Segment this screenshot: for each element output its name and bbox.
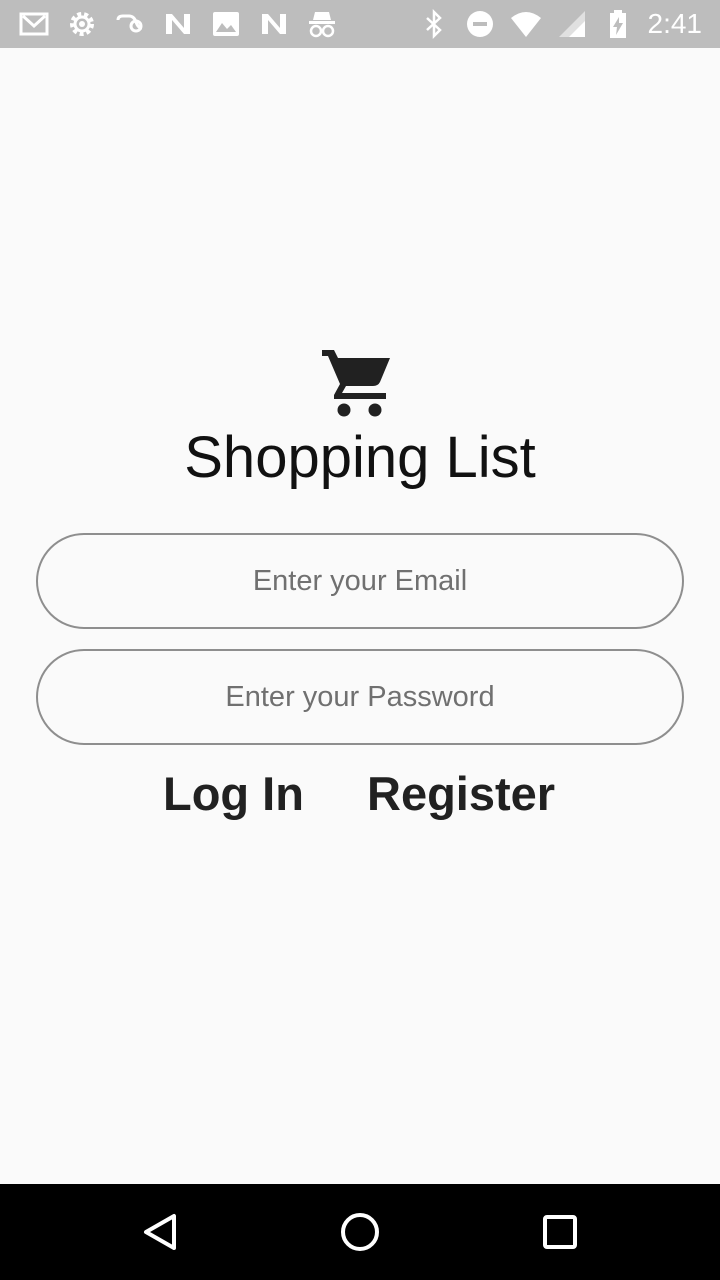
home-button[interactable] xyxy=(336,1208,384,1256)
cell-signal-icon xyxy=(556,8,588,40)
incognito-icon xyxy=(306,8,338,40)
password-field[interactable] xyxy=(36,649,684,745)
app-title: Shopping List xyxy=(184,425,536,490)
email-field[interactable] xyxy=(36,533,684,629)
wifi-icon xyxy=(510,8,542,40)
system-icons: 2:41 xyxy=(404,8,703,40)
register-button[interactable]: Register xyxy=(367,762,555,826)
navigation-bar xyxy=(0,1184,720,1280)
login-screen: 2:41 Shopping List Log In Register xyxy=(0,0,720,1280)
auth-buttons: Log In Register xyxy=(0,762,720,826)
battery-charging-icon xyxy=(602,8,634,40)
login-button[interactable]: Log In xyxy=(163,762,304,826)
status-clock: 2:41 xyxy=(647,8,703,39)
recents-icon xyxy=(543,1215,577,1249)
n-app-icon xyxy=(162,8,194,40)
notification-icons xyxy=(18,8,354,40)
status-bar: 2:41 xyxy=(0,0,720,48)
link-icon xyxy=(114,8,146,40)
settings-gear-icon xyxy=(66,8,98,40)
gmail-icon xyxy=(18,8,50,40)
shopping-cart-icon xyxy=(322,350,390,417)
n-app-icon xyxy=(258,8,290,40)
image-icon xyxy=(210,8,242,40)
bluetooth-icon xyxy=(418,8,450,40)
recents-button[interactable] xyxy=(536,1208,584,1256)
back-icon xyxy=(144,1214,176,1250)
home-icon xyxy=(341,1213,379,1251)
do-not-disturb-icon xyxy=(464,8,496,40)
back-button[interactable] xyxy=(136,1208,184,1256)
